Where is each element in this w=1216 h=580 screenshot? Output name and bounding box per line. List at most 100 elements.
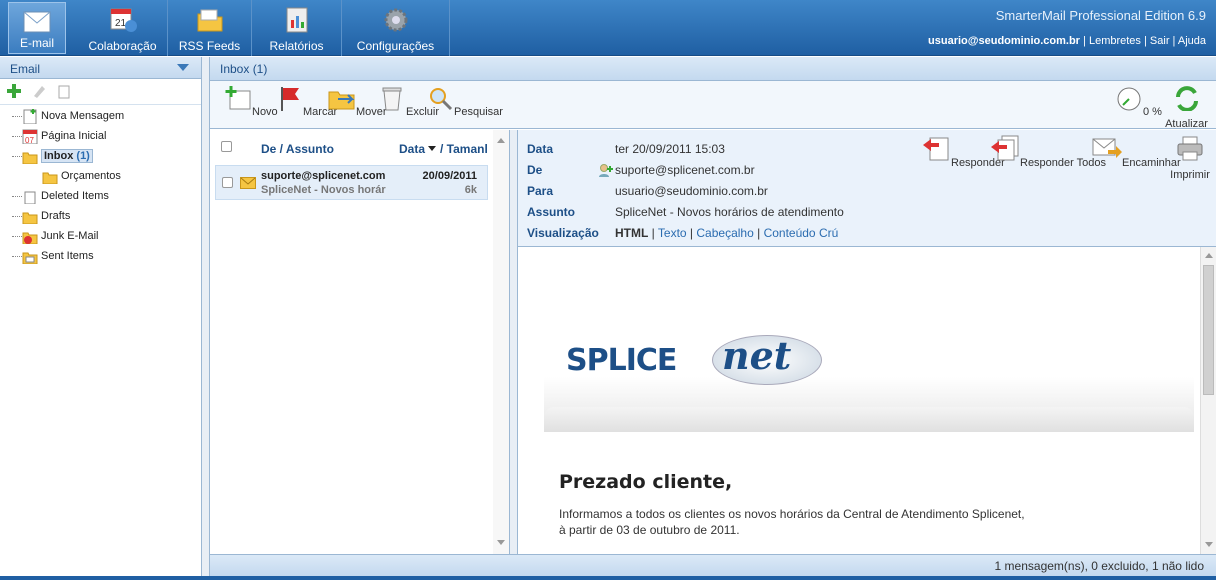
list-scrollbar[interactable] [493,130,509,554]
forward-icon [1092,138,1122,158]
product-name: SmarterMail Professional Edition 6.9 [995,8,1206,23]
status-bar: 1 mensagem(ns), 0 excluido, 1 não lido [210,554,1216,576]
message-list-header: De / Assunto Data / Tamanl [210,130,509,165]
greeting: Prezado cliente, [559,471,733,493]
pane-splitter[interactable] [510,130,518,554]
tree-item-orcamentos[interactable]: Orçamentos [8,167,124,187]
nav-rss-label: RSS Feeds [178,39,241,53]
user-email: usuario@seudominio.com.br [928,35,1080,47]
message-checkbox[interactable] [222,177,233,188]
svg-text:07: 07 [25,136,34,144]
message-preview: Data ter 20/09/2011 15:03 De suporte@spl… [518,130,1216,554]
refresh-button[interactable]: Atualizar [1157,85,1216,130]
tree-item-sent[interactable]: Sent Items [8,247,124,267]
tree-item-home[interactable]: 07 Página Inicial [8,127,124,147]
message-date: 20/09/2011 [422,170,477,182]
reply-all-button[interactable]: Responder Todos [990,135,1106,169]
view-html[interactable]: HTML [615,226,648,240]
folder-title: Inbox (1) [220,62,268,76]
logo-script: net [722,333,792,378]
reminders-link[interactable]: Lembretes [1089,35,1141,47]
sent-folder-icon [22,252,38,264]
preview-to: usuario@seudominio.com.br [615,184,768,198]
nav-email-label: E-mail [19,36,54,50]
move-folder-icon [328,91,355,110]
nav-rss-button[interactable]: RSS Feeds [168,0,252,56]
scroll-thumb[interactable] [1203,265,1214,395]
col-from-subject[interactable]: De / Assunto [261,142,334,156]
nav-email-button[interactable]: E-mail [8,2,66,54]
tree-item-junk[interactable]: Junk E-Mail [8,227,124,247]
select-all-checkbox[interactable] [221,141,232,152]
delete-folder-icon[interactable] [56,83,72,99]
folder-icon [42,172,58,184]
sort-desc-icon [428,146,436,151]
preview-from: suporte@splicenet.com.br [615,163,755,177]
message-from: suporte@splicenet.com [261,170,386,182]
reports-icon [286,7,307,33]
preview-scrollbar[interactable] [1200,247,1216,554]
email-icon [23,11,51,33]
scroll-up-icon[interactable] [1205,253,1213,259]
quota-gauge: 0 % [1115,85,1162,118]
folder-title-bar: Inbox (1) [210,57,1216,81]
tree-item-drafts[interactable]: Drafts [8,207,124,227]
view-text[interactable]: Texto [658,226,687,240]
folder-tree: Nova Mensagem 07 Página Inicial Inbox (1)… [8,107,124,267]
add-contact-icon[interactable] [598,163,614,177]
calendar-icon: 07 [22,129,38,144]
message-body: SPLICE net Prezado cliente, Informamos a… [518,247,1216,554]
tree-item-new-message[interactable]: Nova Mensagem [8,107,124,127]
col-date[interactable]: Data [399,142,425,156]
new-message-icon [23,109,37,124]
view-raw[interactable]: Conteúdo Crú [764,226,839,240]
nav-settings-label: Configurações [356,39,435,53]
nav-collaboration-button[interactable]: 21 Colaboração [78,0,168,56]
add-folder-icon[interactable] [6,83,22,99]
tree-item-deleted[interactable]: Deleted Items [8,187,124,207]
drafts-folder-icon [22,212,38,224]
gauge-icon [1117,87,1141,111]
message-row[interactable]: suporte@splicenet.com SpliceNet - Novos … [215,165,488,200]
body-line-2: à partir de 03 de outubro de 2011. [559,523,740,537]
sidebar-splitter[interactable] [202,57,210,580]
logo-text: SPLICE [566,343,677,378]
collapse-arrow-icon[interactable] [177,64,189,71]
rss-folder-icon [197,9,222,32]
help-link[interactable]: Ajuda [1178,35,1206,47]
message-subject: SpliceNet - Novos horár [261,184,386,196]
print-button[interactable]: Imprimir [1164,135,1216,181]
nav-reports-label: Relatórios [269,39,324,53]
preview-date: ter 20/09/2011 15:03 [615,142,725,156]
message-size: 6k [464,184,477,196]
junk-folder-icon [22,232,38,244]
reply-icon [923,137,949,161]
nav-collaboration-label: Colaboração [88,39,157,53]
search-button[interactable]: Pesquisar [426,85,503,118]
trash-icon [382,87,402,111]
edit-folder-icon[interactable] [31,83,47,99]
body-line-1: Informamos a todos os clientes os novos … [559,507,1025,521]
view-options: HTML | Texto | Cabeçalho | Conteúdo Crú [615,226,839,240]
col-size[interactable]: / Tamanl [440,142,488,156]
status-text: 1 mensagem(ns), 0 excluido, 1 não lido [994,559,1204,573]
new-button[interactable]: Novo [224,85,278,118]
reply-all-icon [991,135,1019,161]
calendar-icon: 21 [110,8,137,32]
mail-toolbar: Novo Marcar Mover Excluir Pesquisar 0 % … [210,81,1216,130]
nav-reports-button[interactable]: Relatórios [252,0,342,56]
message-list: De / Assunto Data / Tamanl suporte@splic… [210,130,510,554]
logout-link[interactable]: Sair [1150,35,1170,47]
scroll-down-icon[interactable] [497,540,505,546]
scroll-up-icon[interactable] [497,138,505,144]
sidebar-tools [0,79,201,105]
tree-item-inbox[interactable]: Inbox (1) [8,147,124,167]
user-links: usuario@seudominio.com.br | Lembretes | … [928,35,1206,47]
print-icon [1177,136,1203,161]
view-header[interactable]: Cabeçalho [696,226,753,240]
sidebar-header[interactable]: Email [0,57,201,79]
gear-icon [384,8,407,32]
scroll-down-icon[interactable] [1205,542,1213,548]
nav-settings-button[interactable]: Configurações [342,0,450,56]
unread-envelope-icon [240,177,256,189]
